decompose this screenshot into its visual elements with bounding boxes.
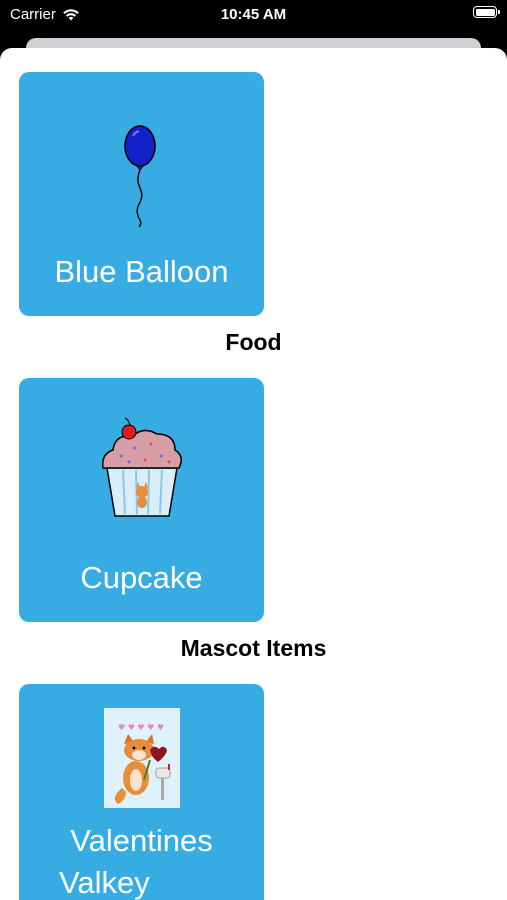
battery-level (475, 8, 495, 16)
item-card-valentines-valkey[interactable]: ♥ ♥ ♥ ♥ ♥ Valentines Valkey (19, 684, 264, 900)
item-label-line-2: Valkey (59, 865, 150, 900)
battery-icon (473, 6, 500, 18)
item-label: Cupcake (80, 560, 203, 595)
item-label: Blue Balloon (54, 254, 229, 289)
svg-text:♥ ♥ ♥ ♥ ♥: ♥ ♥ ♥ ♥ ♥ (118, 723, 164, 732)
app-screen: Carrier 10:45 AM Blue Balloon Food Cupca… (0, 0, 507, 900)
cupcake-icon (101, 417, 182, 517)
section-header-mascot-items: Mascot Items (180, 635, 327, 661)
item-card-cupcake[interactable]: Cupcake (19, 378, 264, 622)
balloon-icon (123, 125, 156, 228)
item-label-line-1: Valentines (70, 823, 213, 858)
status-bar: Carrier 10:45 AM (0, 0, 507, 30)
modal-sheet[interactable]: Blue Balloon Food Cupcake Mascot Items ♥… (0, 48, 507, 900)
valentines-fox-card-icon: ♥ ♥ ♥ ♥ ♥ (103, 708, 180, 808)
item-card-blue-balloon[interactable]: Blue Balloon (19, 72, 264, 316)
section-header-food: Food (225, 329, 282, 355)
status-time: 10:45 AM (220, 6, 287, 23)
